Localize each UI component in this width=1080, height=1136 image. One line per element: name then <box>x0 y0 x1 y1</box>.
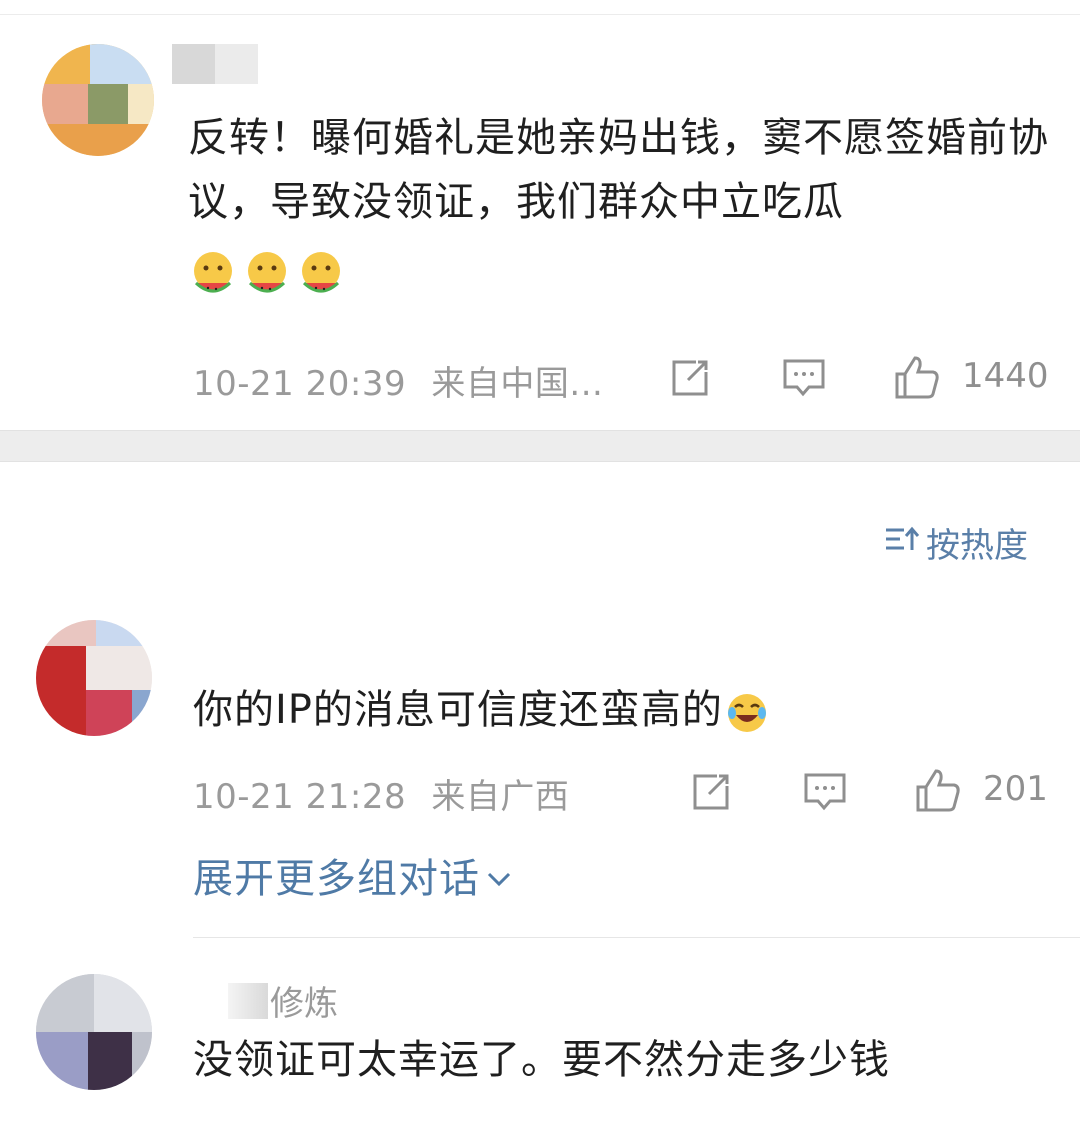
chevron-down-icon <box>486 852 512 898</box>
avatar[interactable] <box>36 974 152 1090</box>
timestamp: 10-21 20:39 <box>193 364 407 404</box>
expand-label: 展开更多组对话 <box>193 856 480 902</box>
repost-icon[interactable] <box>668 356 712 400</box>
source: 来自广西 <box>431 777 570 817</box>
repost-icon[interactable] <box>689 770 733 814</box>
timestamp: 10-21 21:28 <box>193 777 407 817</box>
reply-icon[interactable] <box>802 770 848 814</box>
username-visible: 修炼 <box>270 984 338 1024</box>
watermelon-eating-emoji-icon <box>242 249 292 299</box>
comment-text: 没领证可太幸运了。要不然分走多少钱 <box>193 1028 1053 1092</box>
sort-button[interactable]: 按热度 <box>884 518 1028 567</box>
watermelon-eating-emoji-icon <box>296 249 346 299</box>
username-blurred[interactable] <box>172 44 258 84</box>
comment-body: 反转！曝何婚礼是她亲妈出钱，窦不愿签婚前协议，导致没领证，我们群众中立吃瓜 <box>188 115 1049 225</box>
comment-meta: 10-21 20:39 来自中国... <box>193 356 603 405</box>
username-partial[interactable]: 修炼 <box>228 976 338 1025</box>
laugh-cry-emoji-icon <box>725 690 769 734</box>
expand-conversations-link[interactable]: 展开更多组对话 <box>193 846 512 904</box>
like-count: 1440 <box>962 356 1049 396</box>
username-blur <box>228 982 268 1019</box>
like-icon[interactable] <box>893 354 941 400</box>
comment-divider <box>193 937 1080 938</box>
top-divider <box>0 14 1080 15</box>
avatar[interactable] <box>36 620 152 736</box>
sort-label: 按热度 <box>926 526 1028 566</box>
comment-text: 你的IP的消息可信度还蛮高的 <box>193 678 1053 742</box>
like-icon[interactable] <box>914 767 962 813</box>
avatar[interactable] <box>42 44 154 156</box>
reply-icon[interactable] <box>781 356 827 400</box>
source: 来自中国... <box>431 364 604 404</box>
sort-icon <box>884 523 920 563</box>
comment-body: 没领证可太幸运了。要不然分走多少钱 <box>193 1037 890 1083</box>
like-count: 201 <box>983 769 1048 809</box>
comment-body: 你的IP的消息可信度还蛮高的 <box>193 687 723 733</box>
watermelon-eating-emoji-icon <box>188 249 238 299</box>
section-separator <box>0 430 1080 462</box>
comment-text: 反转！曝何婚礼是她亲妈出钱，窦不愿签婚前协议，导致没领证，我们群众中立吃瓜 <box>188 106 1058 304</box>
comment-meta: 10-21 21:28 来自广西 <box>193 769 569 818</box>
